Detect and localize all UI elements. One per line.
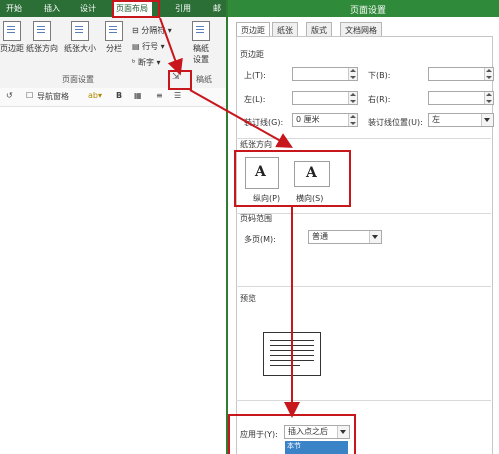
arrow-tab-to-launcher — [159, 17, 183, 76]
annotation-arrows — [159, 17, 300, 418]
arrow-launcher-to-orientation — [189, 89, 293, 148]
